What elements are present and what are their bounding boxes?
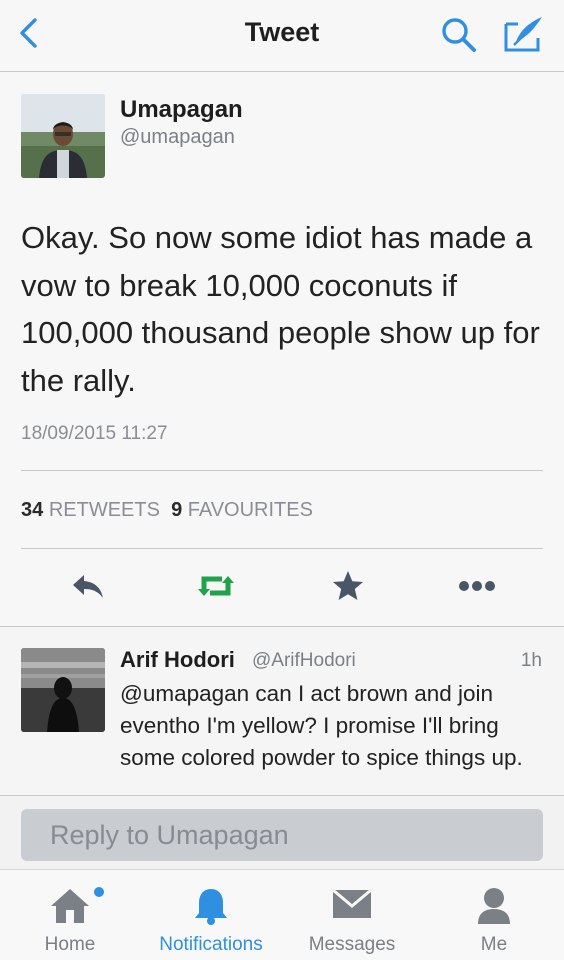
favourite-star-icon[interactable]: [331, 569, 365, 603]
tweet-detail: Umapagan @umapagan Okay. So now some idi…: [0, 72, 564, 627]
more-options-icon[interactable]: [457, 569, 497, 603]
favourites-label: FAVOURITES: [187, 499, 313, 521]
retweets-label: RETWEETS: [48, 499, 160, 521]
tweet-stats: 34 RETWEETS 9 FAVOURITES: [21, 499, 313, 522]
bell-icon: [195, 889, 227, 925]
tab-label: Me: [480, 934, 508, 955]
tab-label: Home: [44, 934, 96, 955]
author-avatar[interactable]: [21, 94, 105, 178]
reply-author-handle[interactable]: @ArifHodori: [252, 650, 356, 672]
retweet-icon[interactable]: [196, 569, 236, 603]
divider: [21, 470, 543, 471]
reply-tweet[interactable]: Arif Hodori @ArifHodori 1h @umapagan can…: [0, 628, 564, 796]
divider: [21, 548, 543, 549]
tab-me[interactable]: Me: [438, 870, 550, 960]
reply-time: 1h: [520, 650, 542, 671]
reply-text: @umapagan can I act brown and join event…: [120, 681, 523, 770]
tab-bar: Home Notifications Messages Me: [0, 869, 564, 960]
unread-dot-badge: [94, 887, 104, 897]
tab-label: Notifications: [159, 934, 263, 955]
favourites-stat[interactable]: 9 FAVOURITES: [171, 499, 313, 521]
tab-home[interactable]: Home: [14, 870, 126, 960]
navigation-bar: Tweet: [0, 0, 564, 72]
reply-author-avatar[interactable]: [21, 648, 105, 732]
tab-label: Messages: [308, 934, 396, 955]
tab-notifications[interactable]: Notifications: [146, 870, 276, 960]
reply-icon[interactable]: [70, 569, 106, 603]
search-icon[interactable]: [440, 16, 478, 54]
reply-input[interactable]: [21, 809, 543, 861]
home-icon: [51, 889, 89, 923]
retweets-count: 34: [21, 499, 44, 521]
author-name[interactable]: Umapagan: [120, 96, 243, 124]
favourites-count: 9: [171, 499, 183, 521]
compose-icon[interactable]: [502, 14, 546, 54]
reply-bar: [0, 797, 564, 869]
tweet-timestamp: 18/09/2015 11:27: [21, 423, 168, 444]
reply-author-name[interactable]: Arif Hodori: [120, 647, 235, 673]
page-title: Tweet: [244, 17, 320, 47]
tab-messages[interactable]: Messages: [296, 870, 408, 960]
person-icon: [478, 888, 510, 924]
tweet-text: Okay. So now some idiot has made a vow t…: [21, 220, 540, 398]
author-handle[interactable]: @umapagan: [120, 126, 235, 149]
envelope-icon: [332, 888, 372, 918]
retweets-stat[interactable]: 34 RETWEETS: [21, 499, 160, 521]
